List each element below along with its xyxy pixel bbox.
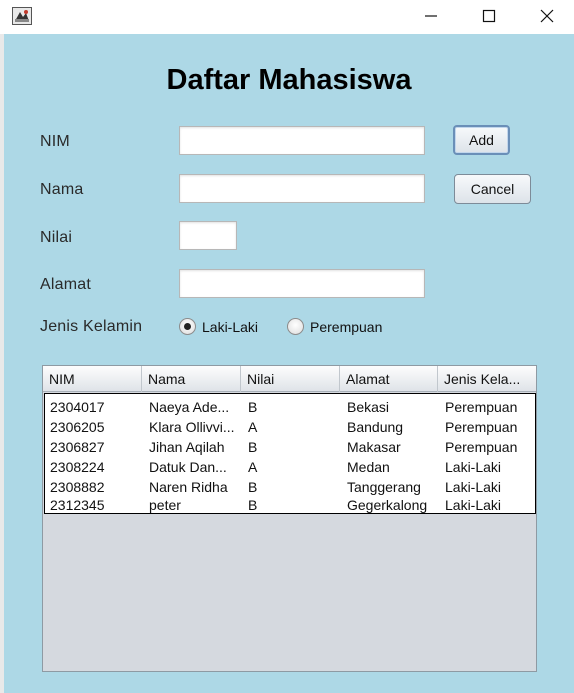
- cell-jenis-kelamin: Laki-Laki: [445, 459, 502, 475]
- nama-label: Nama: [40, 181, 84, 198]
- cell-nama: Naren Ridha: [149, 479, 228, 495]
- column-header-nilai[interactable]: Nilai: [241, 366, 340, 392]
- table-row[interactable]: 2308224 Datuk Dan... A Medan Laki-Laki: [45, 457, 535, 477]
- table-body: 2304017 Naeya Ade... B Bekasi Perempuan …: [44, 393, 536, 514]
- minimize-icon: [425, 15, 437, 17]
- minimize-button[interactable]: [402, 0, 460, 32]
- radio-perempuan[interactable]: Perempuan: [287, 318, 382, 335]
- radio-perempuan-label: Perempuan: [310, 318, 383, 335]
- close-icon: [540, 9, 554, 23]
- cell-nim: 2308882: [50, 479, 105, 495]
- cell-nama: Jihan Aqilah: [149, 439, 225, 455]
- cell-nama: Klara Ollivvi...: [149, 419, 235, 435]
- nim-label: NIM: [40, 133, 70, 150]
- column-header-jenis-kelamin[interactable]: Jenis Kela...: [438, 366, 536, 392]
- cell-nim: 2306827: [50, 439, 105, 455]
- cell-alamat: Makasar: [347, 439, 401, 455]
- cell-jenis-kelamin: Perempuan: [445, 399, 518, 415]
- cell-alamat: Bandung: [347, 419, 404, 435]
- cancel-button[interactable]: Cancel: [454, 174, 531, 204]
- nilai-input[interactable]: [179, 221, 237, 250]
- table-row[interactable]: 2304017 Naeya Ade... B Bekasi Perempuan: [45, 397, 535, 417]
- cell-jenis-kelamin: Perempuan: [445, 439, 518, 455]
- cell-nilai: B: [248, 497, 258, 513]
- cell-nim: 2312345: [50, 497, 105, 513]
- table-header: NIM Nama Nilai Alamat Jenis Kela...: [43, 366, 536, 392]
- page-title: Daftar Mahasiswa: [166, 64, 412, 96]
- cell-nilai: B: [248, 399, 258, 415]
- cell-alamat: Tanggerang: [347, 479, 421, 495]
- column-header-alamat[interactable]: Alamat: [340, 366, 438, 392]
- cell-jenis-kelamin: Laki-Laki: [445, 497, 502, 513]
- add-button[interactable]: Add: [453, 125, 510, 155]
- nilai-label: Nilai: [40, 229, 73, 246]
- alamat-input[interactable]: [179, 269, 425, 298]
- cell-nilai: A: [248, 419, 258, 435]
- cell-jenis-kelamin: Perempuan: [445, 419, 518, 435]
- cell-nilai: B: [248, 439, 258, 455]
- cell-nim: 2306205: [50, 419, 105, 435]
- nim-input[interactable]: [179, 126, 425, 155]
- maximize-button[interactable]: [460, 0, 518, 32]
- alamat-label: Alamat: [40, 276, 91, 293]
- column-header-nim[interactable]: NIM: [43, 366, 142, 392]
- close-button[interactable]: [518, 0, 574, 32]
- java-app-icon: [12, 7, 32, 25]
- table-row[interactable]: 2306827 Jihan Aqilah B Makasar Perempuan: [45, 437, 535, 457]
- radio-unchecked-icon: [287, 318, 304, 335]
- table-row[interactable]: 2306205 Klara Ollivvi... A Bandung Perem…: [45, 417, 535, 437]
- table-row[interactable]: 2308882 Naren Ridha B Tanggerang Laki-La…: [45, 477, 535, 497]
- cell-nama: peter: [149, 497, 181, 513]
- table-row[interactable]: 2312345 peter B Gegerkalong Laki-Laki: [45, 497, 535, 513]
- window-titlebar: [0, 0, 574, 34]
- student-table-scrollpane[interactable]: NIM Nama Nilai Alamat Jenis Kela... 2304…: [42, 365, 537, 672]
- radio-checked-icon: [179, 318, 196, 335]
- cell-nama: Naeya Ade...: [149, 399, 230, 415]
- content-pane: Daftar Mahasiswa NIM Add Nama Cancel Nil…: [4, 34, 574, 693]
- maximize-icon: [482, 9, 496, 23]
- cell-alamat: Gegerkalong: [347, 497, 428, 513]
- cell-nim: 2304017: [50, 399, 105, 415]
- cell-nilai: A: [248, 459, 258, 475]
- cell-nilai: B: [248, 479, 258, 495]
- cell-alamat: Bekasi: [347, 399, 390, 415]
- jenis-kelamin-label: Jenis Kelamin: [40, 318, 143, 335]
- cell-alamat: Medan: [347, 459, 390, 475]
- column-header-nama[interactable]: Nama: [142, 366, 241, 392]
- cell-nim: 2308224: [50, 459, 105, 475]
- radio-laki-laki[interactable]: Laki-Laki: [179, 318, 258, 335]
- radio-laki-laki-label: Laki-Laki: [202, 318, 259, 335]
- nama-input[interactable]: [179, 174, 425, 203]
- cell-jenis-kelamin: Laki-Laki: [445, 479, 502, 495]
- cell-nama: Datuk Dan...: [149, 459, 227, 475]
